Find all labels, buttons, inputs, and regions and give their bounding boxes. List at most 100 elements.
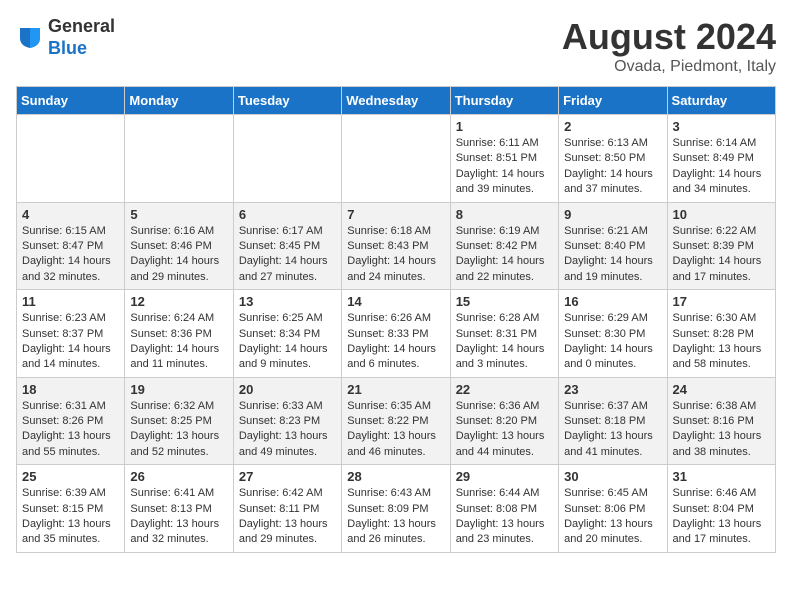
day-info: Sunrise: 6:25 AM Sunset: 8:34 PM Dayligh…	[239, 311, 336, 373]
day-info: Sunrise: 6:41 AM Sunset: 8:13 PM Dayligh…	[130, 486, 227, 548]
week-row-1: 1 Sunrise: 6:11 AM Sunset: 8:51 PM Daylig…	[17, 115, 776, 203]
weekday-tuesday: Tuesday	[233, 87, 341, 115]
day-info: Sunrise: 6:29 AM Sunset: 8:30 PM Dayligh…	[564, 311, 661, 373]
day-info: Sunrise: 6:36 AM Sunset: 8:20 PM Dayligh…	[456, 399, 553, 461]
day-number: 17	[673, 294, 770, 309]
week-row-4: 18 Sunrise: 6:31 AM Sunset: 8:26 PM Dayli…	[17, 377, 776, 465]
day-number: 23	[564, 382, 661, 397]
day-number: 26	[130, 469, 227, 484]
day-info: Sunrise: 6:14 AM Sunset: 8:49 PM Dayligh…	[673, 136, 770, 198]
location: Ovada, Piedmont, Italy	[562, 58, 776, 76]
day-number: 21	[347, 382, 444, 397]
day-cell: 12Sunrise: 6:24 AM Sunset: 8:36 PM Dayli…	[125, 290, 233, 378]
day-number: 29	[456, 469, 553, 484]
day-cell: 19 Sunrise: 6:32 AM Sunset: 8:25 PM Dayli…	[125, 377, 233, 465]
weekday-monday: Monday	[125, 87, 233, 115]
weekday-sunday: Sunday	[17, 87, 125, 115]
day-cell: 10 Sunrise: 6:22 AM Sunset: 8:39 PM Dayli…	[667, 202, 775, 290]
day-cell: 18 Sunrise: 6:31 AM Sunset: 8:26 PM Dayli…	[17, 377, 125, 465]
week-row-2: 4Sunrise: 6:15 AM Sunset: 8:47 PM Daylig…	[17, 202, 776, 290]
day-number: 27	[239, 469, 336, 484]
day-cell: 27 Sunrise: 6:42 AM Sunset: 8:11 PM Dayli…	[233, 465, 341, 553]
day-cell	[125, 115, 233, 203]
day-cell: 3 Sunrise: 6:14 AM Sunset: 8:49 PM Daylig…	[667, 115, 775, 203]
day-info: Sunrise: 6:32 AM Sunset: 8:25 PM Dayligh…	[130, 399, 227, 461]
day-cell: 25 Sunrise: 6:39 AM Sunset: 8:15 PM Dayli…	[17, 465, 125, 553]
day-info: Sunrise: 6:23 AM Sunset: 8:37 PM Dayligh…	[22, 311, 119, 373]
day-info: Sunrise: 6:11 AM Sunset: 8:51 PM Dayligh…	[456, 136, 553, 198]
day-cell: 5Sunrise: 6:16 AM Sunset: 8:46 PM Daylig…	[125, 202, 233, 290]
day-cell: 22 Sunrise: 6:36 AM Sunset: 8:20 PM Dayli…	[450, 377, 558, 465]
day-cell: 14Sunrise: 6:26 AM Sunset: 8:33 PM Dayli…	[342, 290, 450, 378]
day-cell: 24Sunrise: 6:38 AM Sunset: 8:16 PM Dayli…	[667, 377, 775, 465]
day-cell: 16 Sunrise: 6:29 AM Sunset: 8:30 PM Dayli…	[559, 290, 667, 378]
day-number: 22	[456, 382, 553, 397]
day-cell	[342, 115, 450, 203]
day-info: Sunrise: 6:28 AM Sunset: 8:31 PM Dayligh…	[456, 311, 553, 373]
day-cell: 23 Sunrise: 6:37 AM Sunset: 8:18 PM Dayli…	[559, 377, 667, 465]
day-cell: 17Sunrise: 6:30 AM Sunset: 8:28 PM Dayli…	[667, 290, 775, 378]
day-info: Sunrise: 6:42 AM Sunset: 8:11 PM Dayligh…	[239, 486, 336, 548]
day-info: Sunrise: 6:22 AM Sunset: 8:39 PM Dayligh…	[673, 224, 770, 286]
weekday-header-row: SundayMondayTuesdayWednesdayThursdayFrid…	[17, 87, 776, 115]
day-info: Sunrise: 6:21 AM Sunset: 8:40 PM Dayligh…	[564, 224, 661, 286]
day-number: 2	[564, 119, 661, 134]
day-number: 18	[22, 382, 119, 397]
day-number: 16	[564, 294, 661, 309]
day-cell: 30 Sunrise: 6:45 AM Sunset: 8:06 PM Dayli…	[559, 465, 667, 553]
day-info: Sunrise: 6:31 AM Sunset: 8:26 PM Dayligh…	[22, 399, 119, 461]
day-info: Sunrise: 6:43 AM Sunset: 8:09 PM Dayligh…	[347, 486, 444, 548]
day-info: Sunrise: 6:33 AM Sunset: 8:23 PM Dayligh…	[239, 399, 336, 461]
weekday-friday: Friday	[559, 87, 667, 115]
day-cell: 6Sunrise: 6:17 AM Sunset: 8:45 PM Daylig…	[233, 202, 341, 290]
day-cell: 11 Sunrise: 6:23 AM Sunset: 8:37 PM Dayli…	[17, 290, 125, 378]
day-cell: 13 Sunrise: 6:25 AM Sunset: 8:34 PM Dayli…	[233, 290, 341, 378]
day-cell: 29Sunrise: 6:44 AM Sunset: 8:08 PM Dayli…	[450, 465, 558, 553]
day-info: Sunrise: 6:19 AM Sunset: 8:42 PM Dayligh…	[456, 224, 553, 286]
day-cell: 20 Sunrise: 6:33 AM Sunset: 8:23 PM Dayli…	[233, 377, 341, 465]
month-title: August 2024	[562, 16, 776, 58]
day-cell: 4Sunrise: 6:15 AM Sunset: 8:47 PM Daylig…	[17, 202, 125, 290]
weekday-wednesday: Wednesday	[342, 87, 450, 115]
day-number: 11	[22, 294, 119, 309]
day-cell: 21 Sunrise: 6:35 AM Sunset: 8:22 PM Dayli…	[342, 377, 450, 465]
day-info: Sunrise: 6:26 AM Sunset: 8:33 PM Dayligh…	[347, 311, 444, 373]
weekday-saturday: Saturday	[667, 87, 775, 115]
day-number: 1	[456, 119, 553, 134]
day-info: Sunrise: 6:45 AM Sunset: 8:06 PM Dayligh…	[564, 486, 661, 548]
day-number: 24	[673, 382, 770, 397]
day-info: Sunrise: 6:13 AM Sunset: 8:50 PM Dayligh…	[564, 136, 661, 198]
day-info: Sunrise: 6:46 AM Sunset: 8:04 PM Dayligh…	[673, 486, 770, 548]
day-number: 30	[564, 469, 661, 484]
day-info: Sunrise: 6:39 AM Sunset: 8:15 PM Dayligh…	[22, 486, 119, 548]
day-number: 19	[130, 382, 227, 397]
day-number: 5	[130, 207, 227, 222]
weekday-thursday: Thursday	[450, 87, 558, 115]
day-cell: 26 Sunrise: 6:41 AM Sunset: 8:13 PM Dayli…	[125, 465, 233, 553]
day-info: Sunrise: 6:35 AM Sunset: 8:22 PM Dayligh…	[347, 399, 444, 461]
day-info: Sunrise: 6:24 AM Sunset: 8:36 PM Dayligh…	[130, 311, 227, 373]
day-cell: 9 Sunrise: 6:21 AM Sunset: 8:40 PM Daylig…	[559, 202, 667, 290]
day-cell: 1 Sunrise: 6:11 AM Sunset: 8:51 PM Daylig…	[450, 115, 558, 203]
day-info: Sunrise: 6:15 AM Sunset: 8:47 PM Dayligh…	[22, 224, 119, 286]
day-number: 13	[239, 294, 336, 309]
day-number: 3	[673, 119, 770, 134]
day-info: Sunrise: 6:37 AM Sunset: 8:18 PM Dayligh…	[564, 399, 661, 461]
day-cell: 15 Sunrise: 6:28 AM Sunset: 8:31 PM Dayli…	[450, 290, 558, 378]
day-cell: 7Sunrise: 6:18 AM Sunset: 8:43 PM Daylig…	[342, 202, 450, 290]
day-number: 25	[22, 469, 119, 484]
day-number: 15	[456, 294, 553, 309]
page-header: General Blue August 2024 Ovada, Piedmont…	[16, 16, 776, 76]
week-row-3: 11 Sunrise: 6:23 AM Sunset: 8:37 PM Dayli…	[17, 290, 776, 378]
title-section: August 2024 Ovada, Piedmont, Italy	[562, 16, 776, 76]
day-number: 20	[239, 382, 336, 397]
calendar-table: SundayMondayTuesdayWednesdayThursdayFrid…	[16, 86, 776, 553]
logo-icon	[16, 24, 44, 52]
day-number: 8	[456, 207, 553, 222]
day-cell	[233, 115, 341, 203]
day-info: Sunrise: 6:18 AM Sunset: 8:43 PM Dayligh…	[347, 224, 444, 286]
day-number: 28	[347, 469, 444, 484]
day-cell: 28 Sunrise: 6:43 AM Sunset: 8:09 PM Dayli…	[342, 465, 450, 553]
day-number: 10	[673, 207, 770, 222]
day-number: 9	[564, 207, 661, 222]
